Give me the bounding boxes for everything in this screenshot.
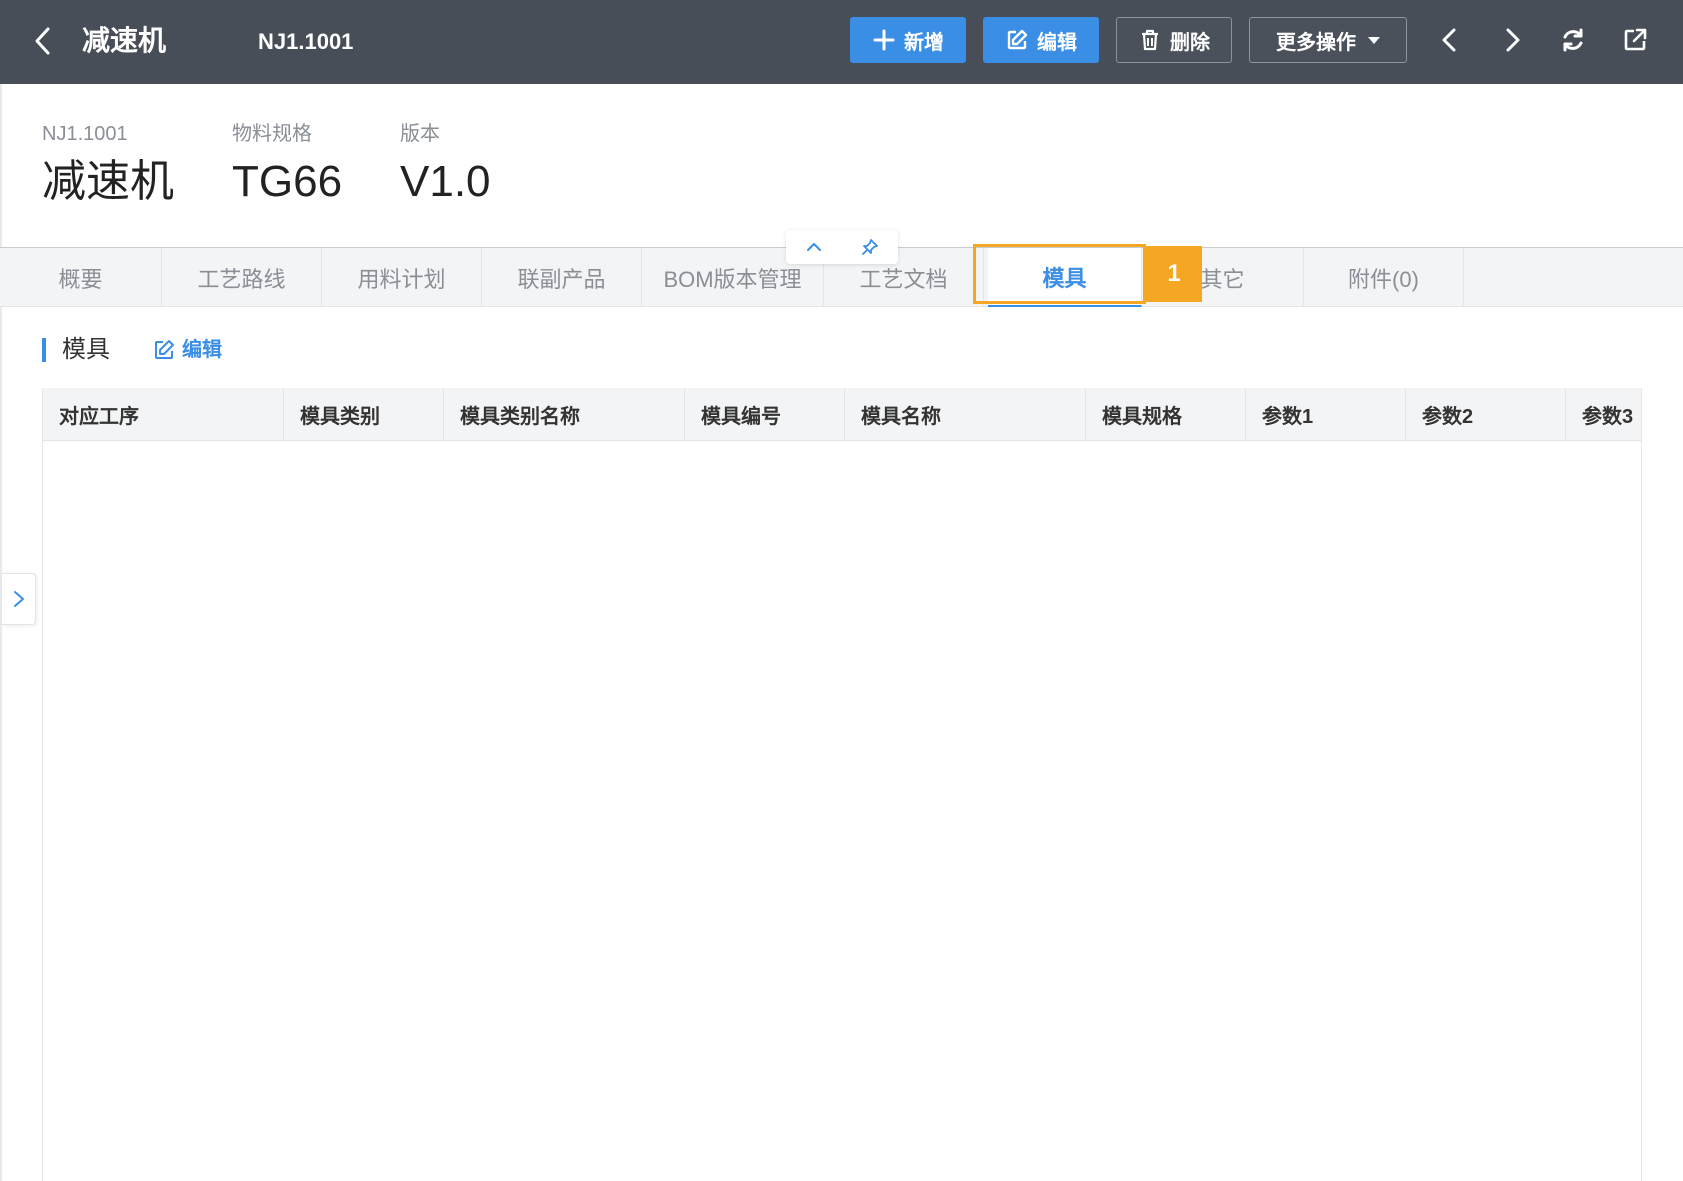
open-new-window-icon[interactable] bbox=[1615, 20, 1655, 60]
refresh-icon[interactable] bbox=[1553, 20, 1593, 60]
section-title: 模具 bbox=[62, 336, 110, 363]
column-header[interactable]: 模具规格 bbox=[1086, 388, 1246, 441]
back-arrow-icon[interactable] bbox=[28, 24, 58, 58]
tab-process-route[interactable]: 工艺路线 bbox=[162, 248, 322, 307]
info-spec-value: TG66 bbox=[232, 157, 343, 206]
info-version-block: 版本 V1.0 bbox=[400, 120, 491, 210]
column-header[interactable]: 参数2 bbox=[1406, 388, 1566, 441]
page-title: 减速机 bbox=[82, 25, 167, 56]
previous-record-icon[interactable] bbox=[1430, 20, 1470, 60]
tab-material-plan[interactable]: 用料计划 bbox=[322, 248, 482, 307]
edit-button-label: 编辑 bbox=[1037, 31, 1077, 54]
tab-molds[interactable]: 模具 bbox=[988, 248, 1142, 307]
top-bar: 减速机 NJ1.1001 新增 编辑 删除 更多操作 bbox=[0, 0, 1683, 84]
tab-by-products[interactable]: 联副产品 bbox=[482, 248, 642, 307]
mold-table: 对应工序 模具类别 模具类别名称 模具编号 模具名称 模具规格 参数1 参数2 … bbox=[42, 388, 1642, 1181]
add-button[interactable]: 新增 bbox=[850, 17, 966, 63]
add-button-label: 新增 bbox=[904, 31, 944, 54]
pin-icon[interactable] bbox=[850, 232, 890, 262]
column-header[interactable]: 参数3 bbox=[1566, 388, 1641, 441]
record-code: NJ1.1001 bbox=[258, 29, 354, 54]
edit-icon bbox=[155, 340, 174, 359]
section-edit-button[interactable]: 编辑 bbox=[152, 336, 222, 364]
collapse-up-icon[interactable] bbox=[794, 232, 834, 262]
info-code-label: NJ1.1001 bbox=[42, 123, 128, 145]
info-version-value: V1.0 bbox=[400, 157, 491, 206]
info-spec-block: 物料规格 TG66 bbox=[232, 120, 342, 210]
more-actions-label: 更多操作 bbox=[1276, 31, 1356, 54]
sidebar-expand-toggle[interactable] bbox=[2, 573, 36, 625]
next-record-icon[interactable] bbox=[1492, 20, 1532, 60]
info-name-value: 减速机 bbox=[42, 157, 174, 206]
info-code-block: NJ1.1001 减速机 bbox=[42, 120, 174, 210]
section-accent-bar bbox=[42, 338, 46, 362]
column-header[interactable]: 模具编号 bbox=[685, 388, 845, 441]
info-version-label: 版本 bbox=[400, 123, 440, 145]
section-edit-label: 编辑 bbox=[182, 339, 222, 361]
column-header[interactable]: 模具名称 bbox=[845, 388, 1086, 441]
plus-icon bbox=[873, 29, 895, 51]
delete-button-label: 删除 bbox=[1170, 31, 1210, 54]
edit-button[interactable]: 编辑 bbox=[983, 17, 1099, 63]
tab-overview[interactable]: 概要 bbox=[0, 248, 162, 307]
chevron-right-icon bbox=[13, 591, 24, 607]
column-header[interactable]: 模具类别名称 bbox=[444, 388, 685, 441]
trash-icon bbox=[1142, 29, 1158, 51]
delete-button[interactable]: 删除 bbox=[1116, 17, 1232, 63]
caret-down-icon bbox=[1368, 36, 1380, 44]
column-header[interactable]: 对应工序 bbox=[43, 388, 284, 441]
step-badge: 1 bbox=[1146, 246, 1202, 302]
edit-icon bbox=[1007, 29, 1028, 50]
header-collapse-controls bbox=[786, 230, 898, 264]
tab-attachments[interactable]: 附件(0) bbox=[1304, 248, 1464, 307]
more-actions-dropdown[interactable]: 更多操作 bbox=[1249, 17, 1407, 63]
info-spec-label: 物料规格 bbox=[232, 123, 312, 145]
table-header: 对应工序 模具类别 模具类别名称 模具编号 模具名称 模具规格 参数1 参数2 … bbox=[43, 388, 1641, 441]
column-header[interactable]: 参数1 bbox=[1246, 388, 1406, 441]
column-header[interactable]: 模具类别 bbox=[284, 388, 444, 441]
